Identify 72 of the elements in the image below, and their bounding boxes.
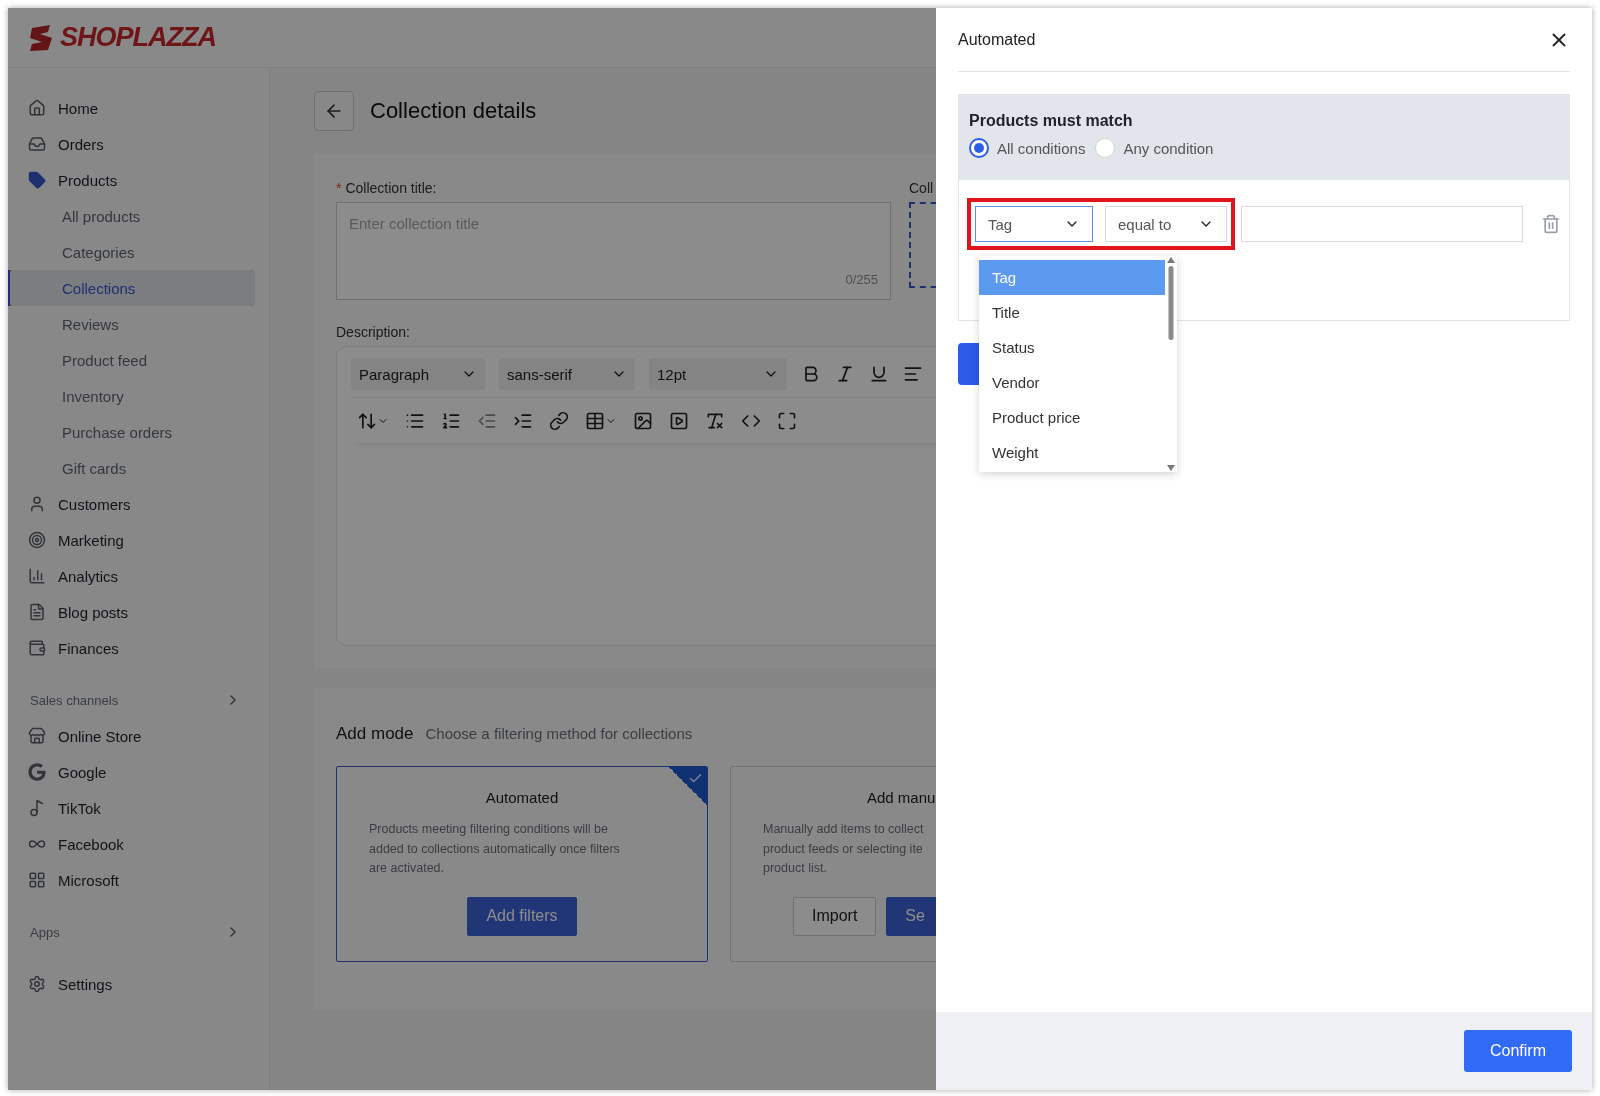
sidebar-item[interactable]: Google xyxy=(8,754,255,790)
sidebar-subitem[interactable]: Inventory xyxy=(10,378,255,414)
sidebar-item[interactable]: Customers xyxy=(8,486,255,522)
format-select[interactable]: Paragraph xyxy=(351,358,485,390)
back-button[interactable] xyxy=(314,91,354,131)
editor-field[interactable]: Paragraph sans-serif 12pt xyxy=(336,346,936,646)
font-select[interactable]: sans-serif xyxy=(499,358,635,390)
sidebar-item[interactable]: Home xyxy=(8,90,255,126)
sidebar-subitem[interactable]: Purchase orders xyxy=(10,414,255,450)
radio-option[interactable]: Any condition xyxy=(1095,138,1214,158)
menu-item[interactable]: Tag xyxy=(979,260,1165,295)
sidebar-subitem[interactable]: All products xyxy=(10,198,255,234)
card-button[interactable]: Se xyxy=(886,896,936,936)
mode-card[interactable]: Add manu Manually add items to collect product feeds or selecting ite product list. Import Se xyxy=(730,766,936,962)
align-left-icon[interactable] xyxy=(903,364,923,384)
video-icon[interactable] xyxy=(669,410,689,431)
table-icon[interactable] xyxy=(585,410,617,431)
size-select[interactable]: 12pt xyxy=(649,358,787,390)
sidebar-subitem[interactable]: Gift cards xyxy=(10,450,255,486)
section-title: Sales channels xyxy=(30,692,119,708)
menu-item[interactable]: Vendor xyxy=(979,365,1165,400)
card-title: Automated xyxy=(484,789,560,806)
link-icon[interactable] xyxy=(549,410,569,431)
logo-text: SHOPLAZZA xyxy=(60,22,216,53)
card-title: Add manu xyxy=(866,789,936,806)
radio-option[interactable]: All conditions xyxy=(969,138,1086,158)
menu-item[interactable]: Weight xyxy=(979,435,1165,470)
char-counter: 0/255 xyxy=(845,272,878,287)
sidebar-subitem[interactable]: Reviews xyxy=(10,306,255,342)
trash-icon[interactable] xyxy=(1541,214,1561,234)
sidebar-item[interactable]: Facebook xyxy=(8,826,255,862)
section-title: Apps xyxy=(30,924,60,940)
logo-mark-icon xyxy=(28,23,54,52)
menu-item[interactable]: Title xyxy=(979,295,1165,330)
sidebar-subitem[interactable]: Product feed xyxy=(10,342,255,378)
sidebar-item[interactable]: Finances xyxy=(8,630,255,666)
card-description: Manually add items to collect product feeds or selecting ite product list. xyxy=(763,821,925,877)
sidebar-item[interactable]: Microsoft xyxy=(8,862,255,898)
operator-select[interactable]: equal to xyxy=(1105,206,1227,242)
required-mark: * xyxy=(336,180,342,196)
field-label: Collection title: xyxy=(345,180,437,196)
sidebar-item[interactable]: Settings xyxy=(8,966,255,1002)
menu-item[interactable]: Status xyxy=(979,330,1165,365)
sidebar-item[interactable]: Marketing xyxy=(8,522,255,558)
sidebar-item[interactable]: Orders xyxy=(8,126,255,162)
panel-title: Products must match xyxy=(969,112,1134,130)
card-button[interactable]: Add filters xyxy=(467,896,577,936)
mode-card[interactable]: Automated Products meeting filtering conditions will be added to collections automatically once filters are activated. Add filters xyxy=(336,766,708,962)
card-description: Products meeting filtering conditions will be added to collections automatically once filters are activated. xyxy=(369,821,621,877)
image-icon[interactable] xyxy=(633,410,653,431)
field-label: Description: xyxy=(336,324,410,340)
value-field[interactable] xyxy=(1241,206,1523,242)
sidebar-item[interactable]: Products xyxy=(8,162,255,198)
field-select[interactable]: Tag xyxy=(975,206,1093,242)
scrollbar[interactable] xyxy=(1165,256,1177,472)
section-title: Add mode xyxy=(336,724,414,744)
sidebar-item[interactable]: Blog posts xyxy=(8,594,255,630)
underline-icon[interactable] xyxy=(869,364,889,384)
drawer-title: Automated xyxy=(958,30,1036,49)
sidebar-subitem[interactable]: Collections xyxy=(10,270,255,306)
menu-item[interactable]: Product price xyxy=(979,400,1165,435)
sidebar-item[interactable]: Analytics xyxy=(8,558,255,594)
fullscreen-icon[interactable] xyxy=(777,410,797,431)
sidebar-subitem[interactable]: Categories xyxy=(10,234,255,270)
italic-icon[interactable] xyxy=(835,364,855,384)
page-title: Collection details xyxy=(370,98,537,124)
card-button[interactable]: Import xyxy=(793,896,877,936)
confirm-button[interactable]: Confirm xyxy=(1464,1030,1572,1072)
field-label: Coll xyxy=(909,180,934,196)
sidebar-item[interactable]: Online Store xyxy=(8,718,255,754)
section-hint: Choose a filtering method for collections xyxy=(425,725,693,742)
sidebar-item[interactable]: TikTok xyxy=(8,790,255,826)
